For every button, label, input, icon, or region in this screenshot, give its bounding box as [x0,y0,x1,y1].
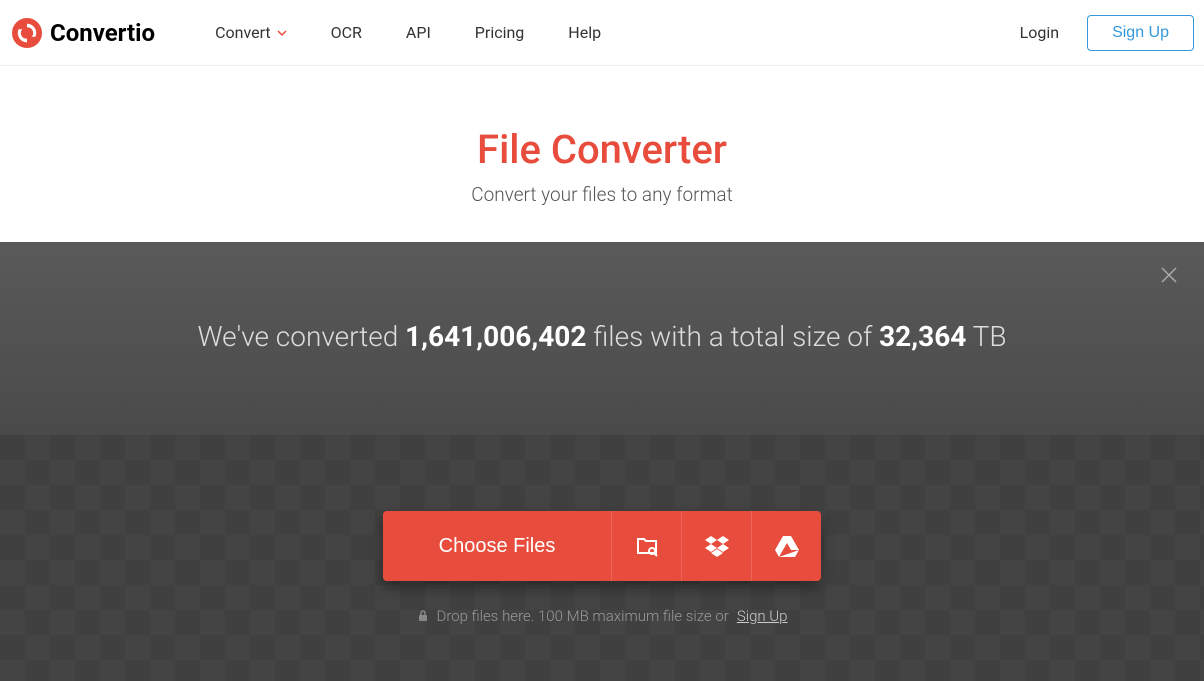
drop-hint: Drop files here. 100 MB maximum file siz… [0,607,1204,625]
close-icon[interactable] [1160,266,1178,288]
logo-text: Convertio [50,19,155,47]
dropbox-button[interactable] [681,511,751,581]
drop-hint-signup-link[interactable]: Sign Up [737,607,788,625]
choose-files-button[interactable]: Choose Files [383,511,612,581]
stats-file-count: 1,641,006,402 [405,320,586,353]
signup-button[interactable]: Sign Up [1087,15,1194,51]
upload-row: Choose Files [383,511,822,581]
dropbox-icon [705,534,729,558]
stats-banner: We've converted 1,641,006,402 files with… [0,242,1204,435]
stats-total-size: 32,364 [879,320,966,353]
folder-search-icon [635,534,659,558]
nav-convert-label: Convert [215,23,271,42]
google-drive-icon [775,534,799,558]
stats-unit: TB [966,320,1006,353]
drop-zone[interactable]: Choose Files Drop files here. 100 MB max… [0,435,1204,681]
stats-text: We've converted 1,641,006,402 files with… [0,320,1204,353]
logo-icon [12,18,42,48]
drop-hint-text: Drop files here. 100 MB maximum file siz… [437,607,729,625]
stats-mid: files with a total size of [586,320,879,353]
nav-pricing[interactable]: Pricing [475,23,525,42]
browse-files-button[interactable] [611,511,681,581]
login-link[interactable]: Login [1020,23,1059,42]
chevron-down-icon [277,28,287,38]
nav-api[interactable]: API [406,23,431,42]
nav-convert[interactable]: Convert [215,23,287,42]
site-header: Convertio Convert OCR API Pricing Help L… [0,0,1204,66]
logo[interactable]: Convertio [12,18,155,48]
nav-help[interactable]: Help [568,23,601,42]
page-subtitle: Convert your files to any format [0,183,1204,206]
hero-section: File Converter Convert your files to any… [0,66,1204,242]
stats-prefix: We've converted [197,320,405,353]
main-nav: Convert OCR API Pricing Help [215,23,601,42]
nav-ocr[interactable]: OCR [331,23,362,42]
google-drive-button[interactable] [751,511,821,581]
lock-icon [417,610,429,622]
page-title: File Converter [0,126,1204,173]
